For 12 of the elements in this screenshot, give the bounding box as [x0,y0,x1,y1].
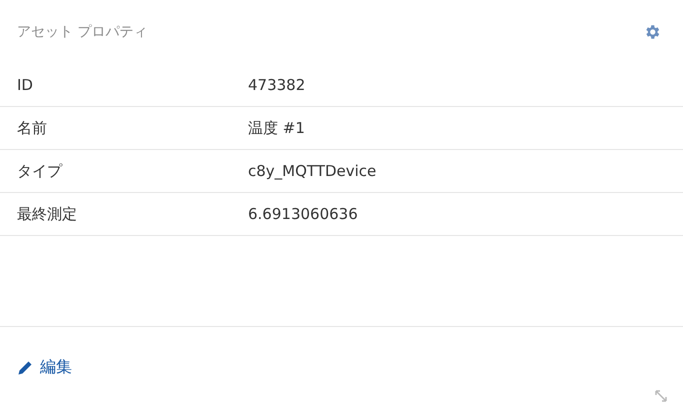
property-label: 名前 [16,118,48,138]
property-value: 6.6913060636 [248,205,358,223]
resize-icon[interactable] [653,388,669,404]
property-label: 最終測定 [16,204,78,224]
edit-link[interactable]: 編集 [17,357,72,378]
property-label: タイプ [16,162,64,180]
property-value: 473382 [248,76,306,94]
pencil-icon [17,360,33,376]
property-value: 温度 #1 [248,118,305,138]
property-value: c8y_MQTTDevice [248,162,376,180]
property-label: ID [16,76,34,94]
widget-title: アセット プロパティ [17,23,148,41]
